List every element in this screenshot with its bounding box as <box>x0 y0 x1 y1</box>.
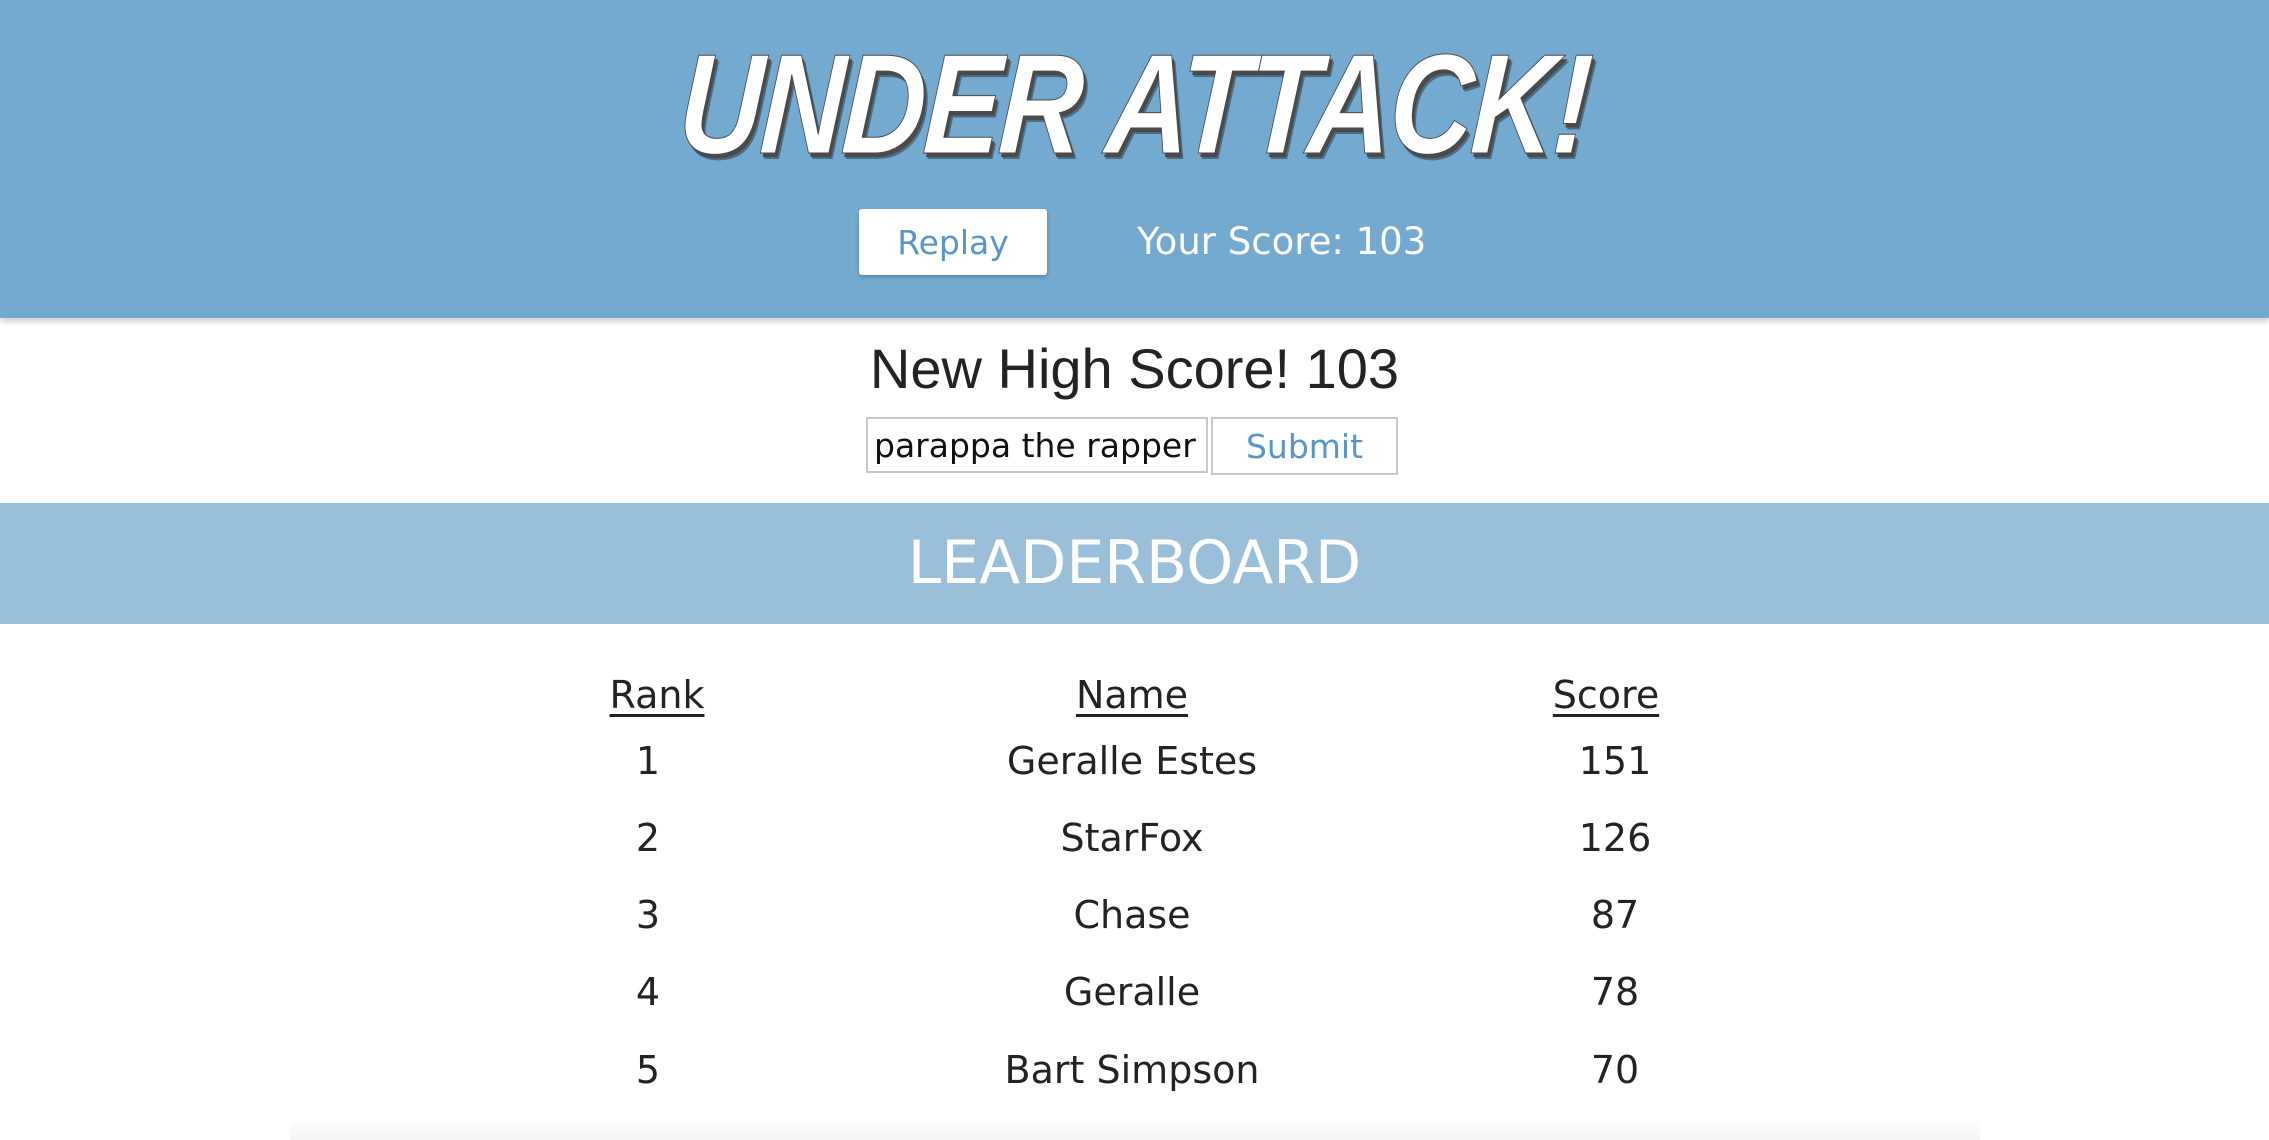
row-name: Bart Simpson <box>1004 1048 1260 1092</box>
row-name: StarFox <box>1060 816 1204 860</box>
game-header: UNDER ATTACK! Replay Your Score: 103 <box>0 0 2269 318</box>
table-bottom-shadow <box>290 1118 1980 1140</box>
player-name-input[interactable] <box>866 417 1208 473</box>
row-rank: 1 <box>635 739 661 783</box>
game-logo: UNDER ATTACK! <box>674 25 1595 185</box>
your-score: Your Score: 103 <box>1137 212 1426 272</box>
row-rank: 3 <box>635 893 661 937</box>
row-rank: 2 <box>635 816 661 860</box>
column-header-name: Name <box>1075 673 1189 717</box>
row-score: 126 <box>1578 816 1652 860</box>
row-score: 87 <box>1590 893 1640 937</box>
leaderboard-title: LEADERBOARD <box>907 528 1362 598</box>
row-name: Chase <box>1073 893 1191 937</box>
row-score: 78 <box>1590 970 1640 1014</box>
leaderboard-banner: LEADERBOARD <box>0 503 2269 624</box>
your-score-label: Your Score: <box>1137 220 1344 263</box>
replay-button[interactable]: Replay <box>859 209 1047 275</box>
submit-button[interactable]: Submit <box>1211 417 1398 475</box>
row-name: Geralle <box>1063 970 1201 1014</box>
column-header-rank: Rank <box>609 673 705 717</box>
row-rank: 5 <box>635 1048 661 1092</box>
row-score: 70 <box>1590 1048 1640 1092</box>
row-rank: 4 <box>635 970 661 1014</box>
column-header-score: Score <box>1552 673 1660 717</box>
new-high-score-title: New High Score! 103 <box>869 337 1400 400</box>
your-score-value: 103 <box>1355 220 1427 263</box>
row-name: Geralle Estes <box>1006 739 1258 783</box>
row-score: 151 <box>1578 739 1652 783</box>
